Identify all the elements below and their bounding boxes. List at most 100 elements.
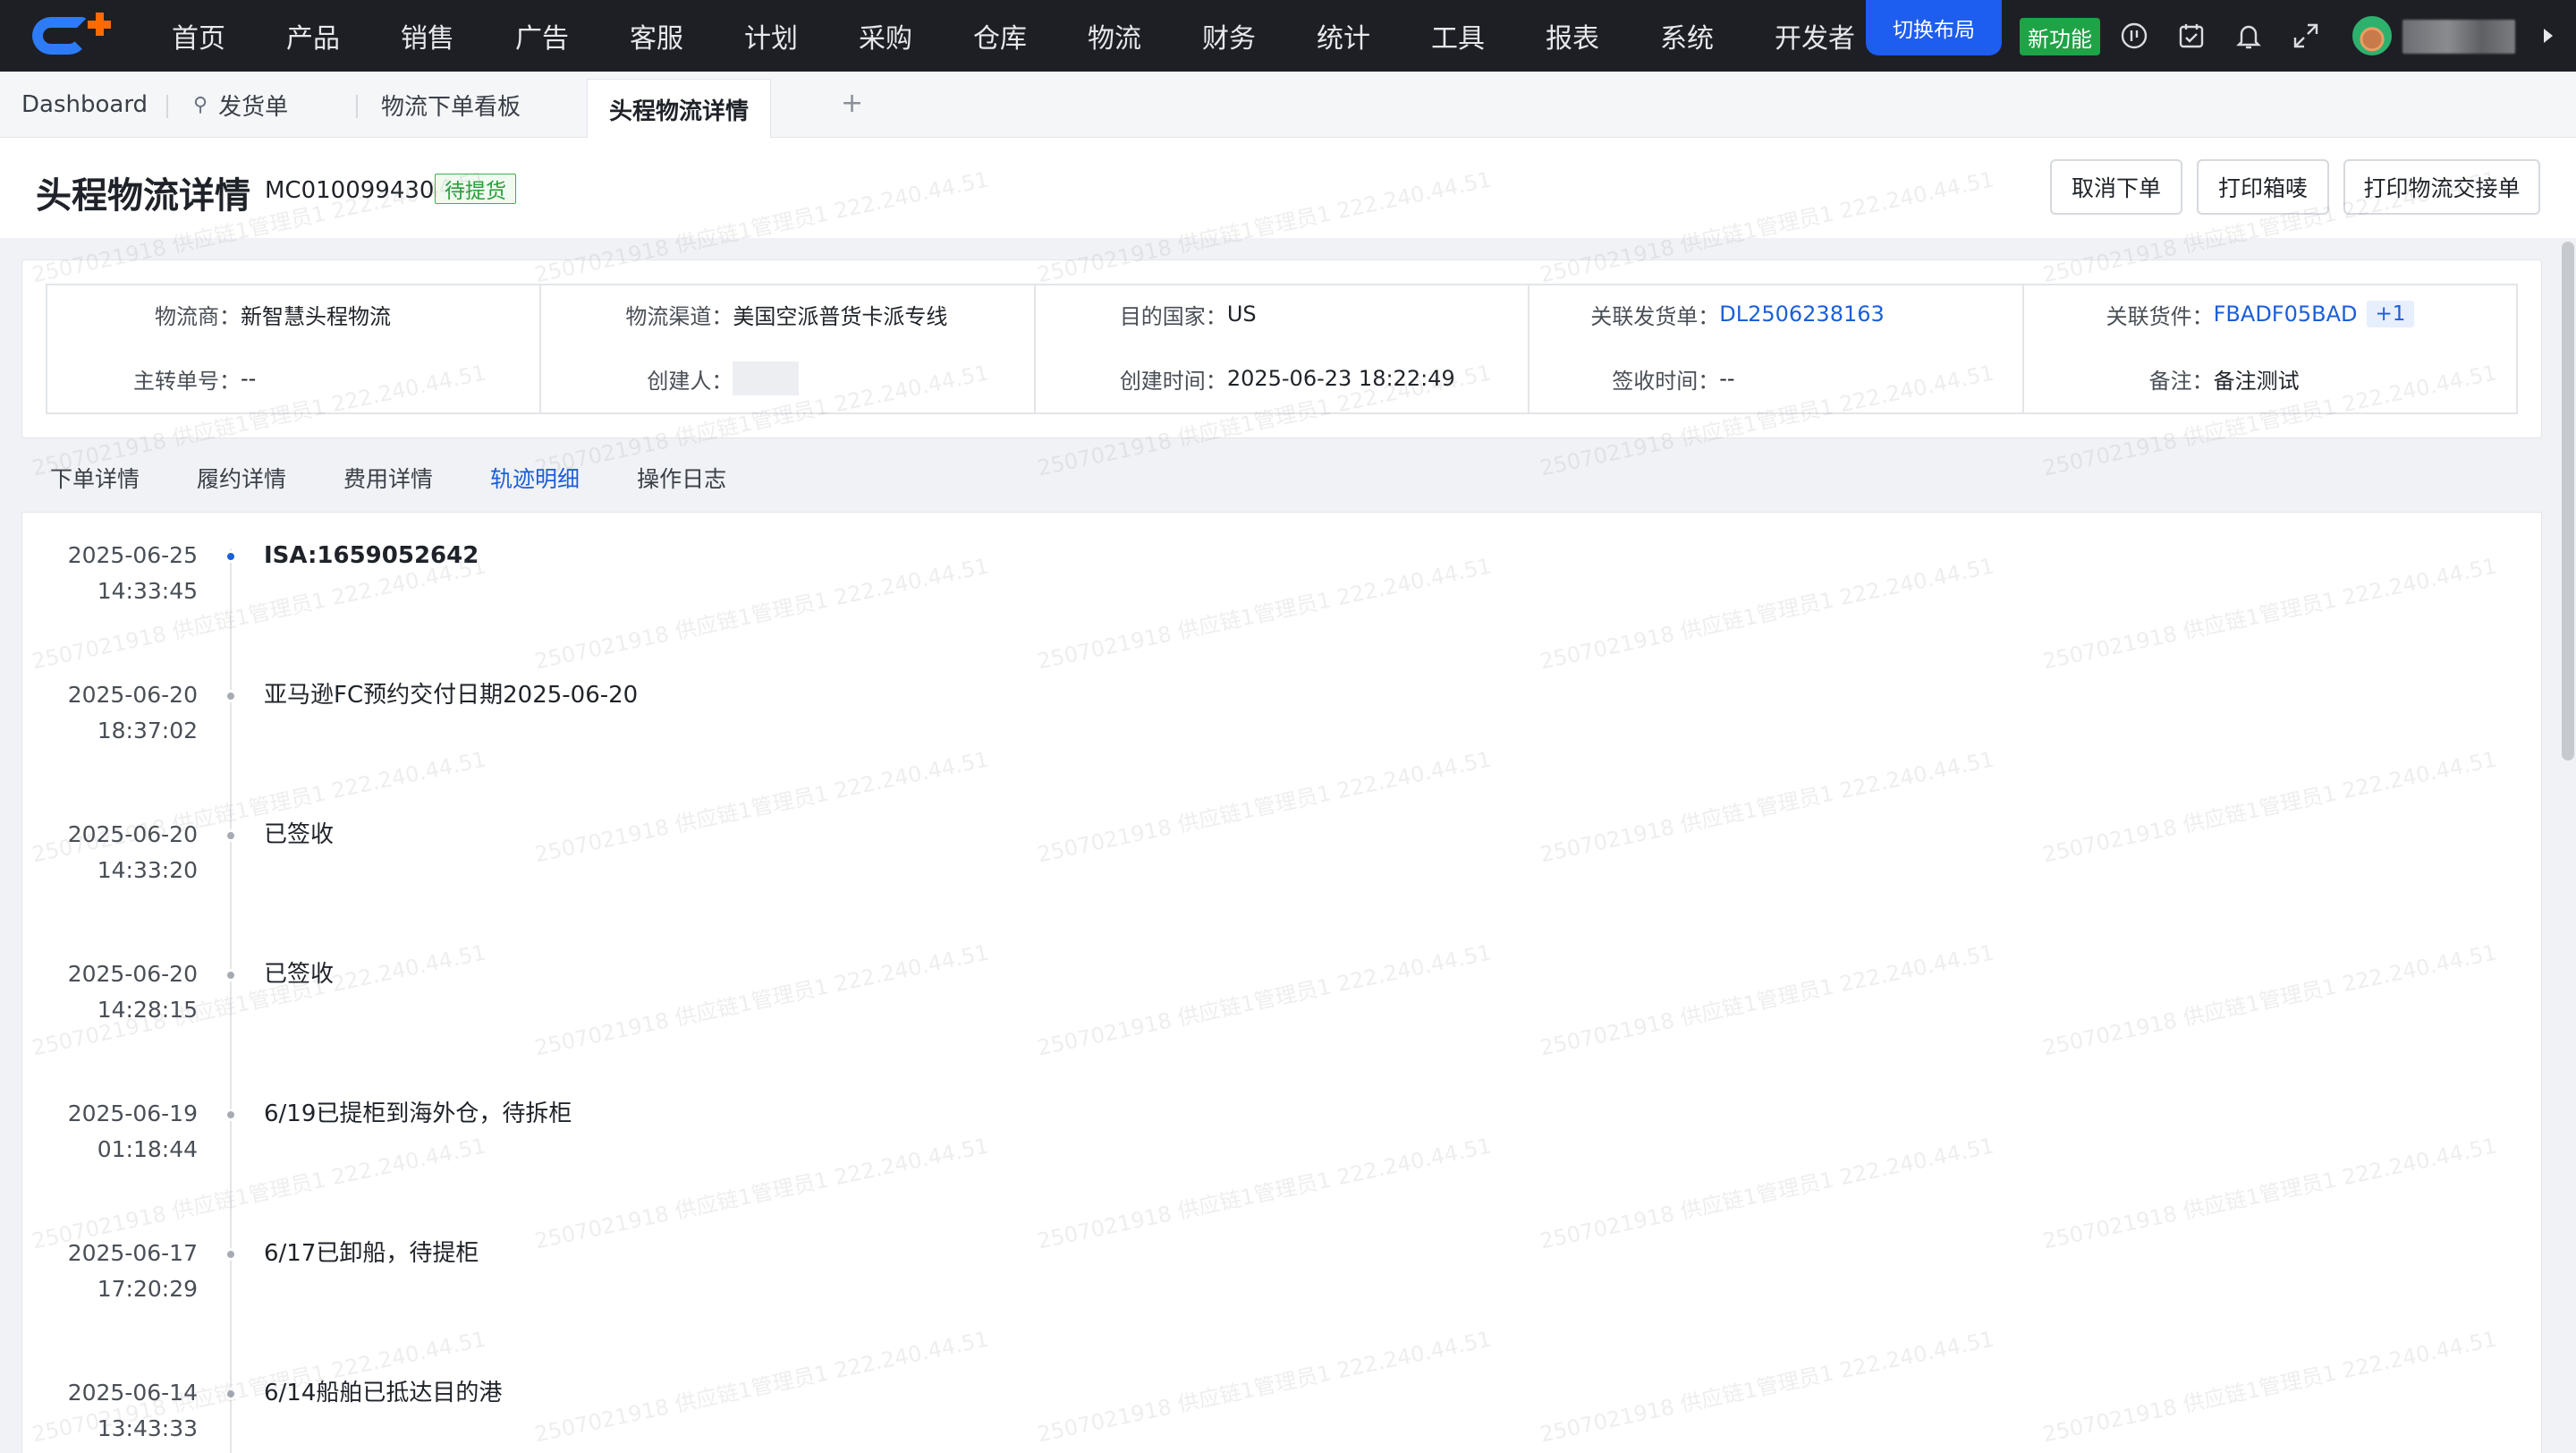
calendar-check-icon[interactable] [2177,21,2206,50]
timeline-item: 2025-06-25 14:33:45 ISA:1659052642 [22,538,2437,677]
timeline-dot [225,690,237,702]
menu-item-home[interactable]: 首页 [168,16,283,55]
menu-item-warehouse[interactable]: 仓库 [970,16,1084,55]
tab-separator [166,95,168,118]
timeline-event: ISA:1659052642 [264,542,479,569]
tab-label: 发货单 [218,93,289,121]
timeline-dot [225,829,237,842]
menu-item-sales[interactable]: 销售 [397,16,512,55]
menu-item-reports[interactable]: 报表 [1542,16,1657,55]
add-tab-button[interactable]: + [841,88,863,119]
timeline-item: 2025-06-19 01:18:44 6/19已提柜到海外仓，待拆柜 [22,1096,2437,1236]
chevron-right-icon[interactable] [2544,29,2553,43]
creator-label: 创建人： [647,368,733,394]
info-row: 创建人： [541,361,1033,396]
new-feature-button[interactable]: 新功能 [2020,18,2100,55]
tab-first-leg-detail[interactable]: 头程物流详情 [587,79,772,139]
tab-dashboard[interactable]: Dashboard [21,72,148,138]
menu-item-tools[interactable]: 工具 [1428,16,1542,55]
menu-item-finance[interactable]: 财务 [1199,16,1313,55]
timeline-dot [225,1109,237,1121]
destination-value: US [1226,302,1257,327]
timeline-time: 01:18:44 [97,1136,198,1162]
related-cargo-label: 关联货件： [2106,303,2214,329]
menu-item-logistics[interactable]: 物流 [1084,16,1199,55]
subtab-tracking-detail[interactable]: 轨迹明细 [490,462,580,497]
subtab-operation-log[interactable]: 操作日志 [637,462,726,497]
subtab-cost-detail[interactable]: 费用详情 [343,462,433,497]
timeline-timestamp: 2025-06-20 14:33:20 [22,817,198,888]
related-cargo-link[interactable]: FBADF05BAD [2214,302,2358,327]
tab-label: 物流下单看板 [381,93,521,121]
timeline-item: 2025-06-20 18:37:02 亚马逊FC预约交付日期2025-06-2… [22,677,2437,817]
timeline-timestamp: 2025-06-19 01:18:44 [22,1096,198,1168]
pin-icon[interactable]: ⚲ [193,94,208,116]
detail-subtabs: 下单详情 履约详情 费用详情 轨迹明细 操作日志 [50,462,784,497]
menu-item-statistics[interactable]: 统计 [1313,16,1428,55]
menu-item-product[interactable]: 产品 [283,16,397,55]
timeline-event: 6/14船舶已抵达目的港 [264,1380,503,1406]
print-handover-button[interactable]: 打印物流交接单 [2343,159,2540,215]
channel-label: 物流渠道： [625,303,733,329]
info-row: 物流商： 新智慧头程物流 [47,296,539,332]
timeline-date: 2025-06-14 [67,1380,198,1406]
tab-shipment-order[interactable]: ⚲ 发货单 [193,72,288,138]
info-col-destination: 目的国家： US 创建时间： 2025-06-23 18:22:49 [1036,285,1530,412]
order-number: MC010099430 [265,177,435,204]
clock-icon[interactable] [2120,21,2148,50]
subtab-fulfillment-detail[interactable]: 履约详情 [197,462,286,497]
timeline-date: 2025-06-20 [67,821,198,847]
main-menu: 首页 产品 销售 广告 客服 计划 采购 仓库 物流 财务 统计 工具 报表 系… [168,0,1894,72]
timeline-time: 14:33:45 [97,578,198,604]
menu-item-ads[interactable]: 广告 [512,16,626,55]
timeline-timestamp: 2025-06-14 13:43:33 [22,1375,198,1447]
avatar[interactable] [2352,16,2392,55]
brand-logo[interactable] [0,0,134,72]
timeline-time: 18:37:02 [97,718,198,743]
timeline-time: 13:43:33 [97,1415,198,1441]
menu-item-service[interactable]: 客服 [626,16,741,55]
more-cargo-badge[interactable]: +1 [2366,301,2415,327]
timeline-time: 14:33:20 [97,857,198,883]
expand-icon[interactable] [2292,21,2320,50]
master-no-label: 主转单号： [133,368,241,394]
timeline-event: 亚马逊FC预约交付日期2025-06-20 [264,682,639,709]
bell-icon[interactable] [2234,21,2263,50]
subtab-order-detail[interactable]: 下单详情 [50,462,140,497]
print-box-label-button[interactable]: 打印箱唛 [2197,159,2329,215]
tab-label: Dashboard [21,91,148,118]
timeline-time: 17:20:29 [97,1276,198,1302]
timeline-event: 已签收 [264,821,335,848]
carrier-label: 物流商： [155,303,241,329]
switch-layout-button[interactable]: 切换布局 [1866,0,2002,55]
destination-label: 目的国家： [1119,303,1227,329]
timeline-timestamp: 2025-06-17 17:20:29 [22,1236,198,1307]
user-name-redacted[interactable] [2402,20,2515,54]
timeline-item: 2025-06-20 14:28:15 已签收 [22,956,2437,1096]
info-row: 目的国家： US [1036,296,1528,332]
timeline-timestamp: 2025-06-25 14:33:45 [22,538,198,609]
info-card: 物流商： 新智慧头程物流 主转单号： -- 物流渠道： 美国空派普货卡派专线 创… [21,259,2542,438]
cancel-order-button[interactable]: 取消下单 [2050,159,2182,215]
creator-value-redacted [733,361,800,395]
timeline-timestamp: 2025-06-20 18:37:02 [22,677,198,749]
tab-separator [356,95,358,118]
timeline-item: 2025-06-17 17:20:29 6/17已卸船，待提柜 [22,1236,2437,1375]
tab-bar: Dashboard ⚲ 发货单 物流下单看板 头程物流详情 [0,72,2576,139]
tab-logistics-board[interactable]: 物流下单看板 [381,72,521,138]
menu-item-system[interactable]: 系统 [1657,16,1771,55]
timeline-dot [225,969,237,981]
channel-value: 美国空派普货卡派专线 [733,303,948,329]
remark-value: 备注测试 [2213,368,2300,394]
info-col-shipment: 关联发货单： DL2506238163 签收时间： -- [1530,285,2024,412]
timeline-event: 已签收 [264,961,335,988]
timeline-date: 2025-06-20 [67,961,198,987]
signed-time-label: 签收时间： [1612,368,1720,394]
menu-item-plan[interactable]: 计划 [741,16,855,55]
info-col-cargo: 关联货件： FBADF05BAD +1 备注： 备注测试 [2024,285,2516,412]
timeline-item: 2025-06-20 14:33:20 已签收 [22,817,2437,956]
related-shipment-link[interactable]: DL2506238163 [1719,302,1885,327]
page-scrollbar-thumb[interactable] [2562,242,2574,760]
status-badge: 待提货 [435,174,516,204]
menu-item-purchase[interactable]: 采购 [855,16,970,55]
